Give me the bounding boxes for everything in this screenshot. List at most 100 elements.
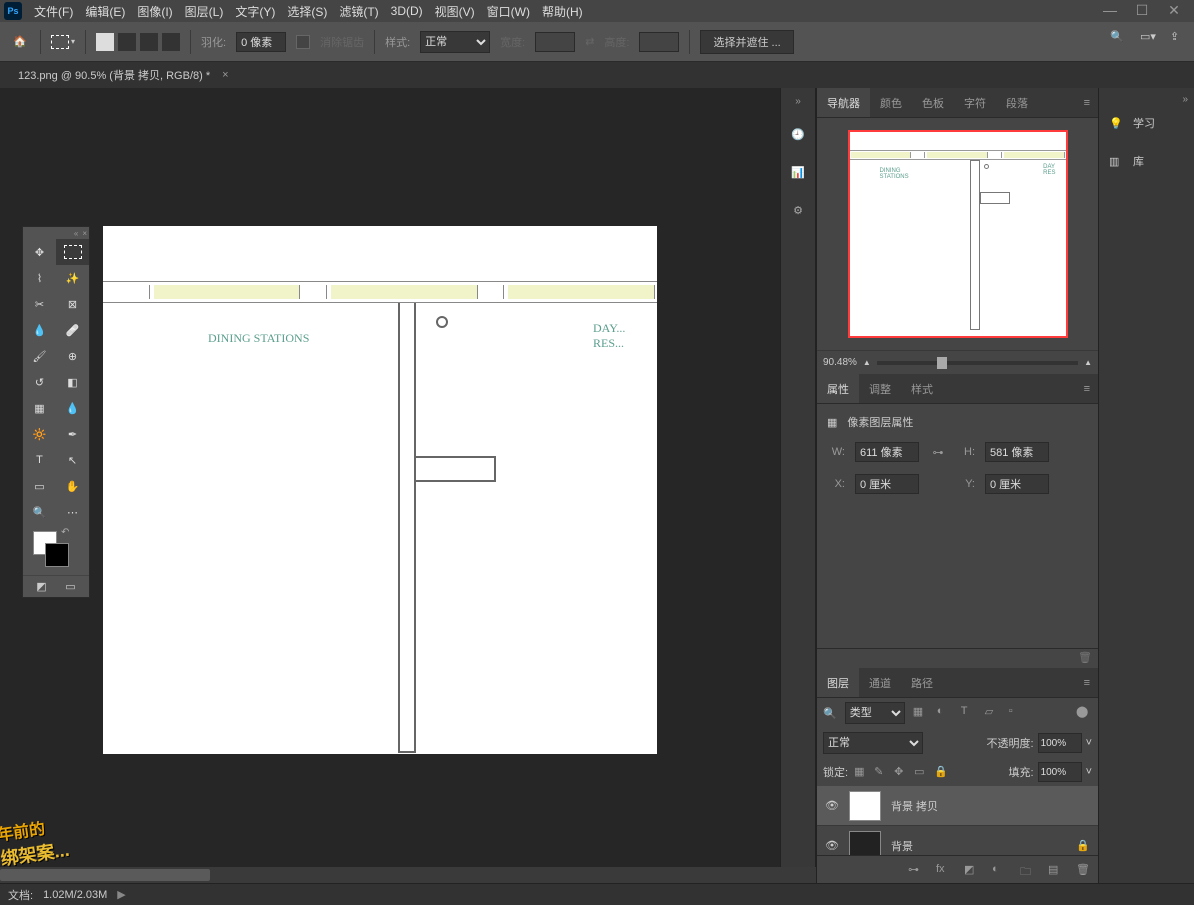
lock-icon[interactable]: 🔒 <box>1076 839 1090 852</box>
menu-type[interactable]: 文字(Y) <box>235 3 275 20</box>
menu-3d[interactable]: 3D(D) <box>391 4 423 18</box>
lock-artboard-icon[interactable]: ▭ <box>914 765 928 779</box>
adjustment-layer-icon[interactable]: ◐ <box>992 863 1006 877</box>
link-wh-icon[interactable]: ⊶ <box>929 446 947 459</box>
quickmask-icon[interactable]: ◩ <box>36 580 46 593</box>
layer-row[interactable]: 👁 背景 🔒 <box>817 826 1098 855</box>
lasso-tool[interactable]: ⌇ <box>23 265 56 291</box>
blend-mode-select[interactable]: 正常 <box>823 732 923 754</box>
clone-tool[interactable]: ⊕ <box>56 343 89 369</box>
menu-filter[interactable]: 滤镜(T) <box>339 3 378 20</box>
menu-select[interactable]: 选择(S) <box>287 3 327 20</box>
screenmode-icon[interactable]: ▭ <box>65 580 75 593</box>
tab-channels[interactable]: 通道 <box>859 668 901 697</box>
share-icon[interactable]: ⇪ <box>1170 30 1186 46</box>
tab-close-icon[interactable]: × <box>222 69 228 81</box>
menu-layer[interactable]: 图层(L) <box>185 3 224 20</box>
lock-all-icon[interactable]: 🔒 <box>934 765 948 779</box>
panel-menu-icon[interactable]: ≡ <box>1076 97 1098 109</box>
tab-paragraph[interactable]: 段落 <box>996 88 1038 117</box>
prop-x-input[interactable] <box>855 474 919 494</box>
intersect-selection-icon[interactable] <box>162 33 180 51</box>
zoom-in-icon[interactable]: ▲ <box>1084 358 1092 367</box>
expand-icon[interactable]: » <box>795 96 801 107</box>
path-select-tool[interactable]: ↖ <box>56 447 89 473</box>
navigator-thumbnail[interactable]: DININGSTATIONSDAYRES <box>848 130 1068 338</box>
menu-view[interactable]: 视图(V) <box>435 3 475 20</box>
filter-type-icon[interactable]: T <box>961 705 977 721</box>
layer-fx-icon[interactable]: fx <box>936 863 950 877</box>
document-tab[interactable]: 123.png @ 90.5% (背景 拷贝, RGB/8) * × <box>8 63 239 87</box>
menu-file[interactable]: 文件(F) <box>34 3 73 20</box>
zoom-value[interactable]: 90.48% <box>823 357 857 368</box>
tab-paths[interactable]: 路径 <box>901 668 943 697</box>
tab-character[interactable]: 字符 <box>954 88 996 117</box>
panel-menu-icon[interactable]: ≡ <box>1076 677 1098 689</box>
lock-pixels-icon[interactable]: ✎ <box>874 765 888 779</box>
prop-y-input[interactable] <box>985 474 1049 494</box>
frame-tool[interactable]: ⊠ <box>56 291 89 317</box>
filter-smart-icon[interactable]: ▫ <box>1009 705 1025 721</box>
lock-transparent-icon[interactable]: ▦ <box>854 765 868 779</box>
search-icon[interactable]: 🔍 <box>1110 30 1126 46</box>
layer-mask-icon[interactable]: ◩ <box>964 863 978 877</box>
magic-wand-tool[interactable]: ✨ <box>56 265 89 291</box>
shape-tool[interactable]: ▭ <box>23 473 56 499</box>
close-panel-icon[interactable]: × <box>82 229 87 237</box>
background-color[interactable] <box>45 543 69 567</box>
tab-color[interactable]: 颜色 <box>870 88 912 117</box>
add-selection-icon[interactable] <box>118 33 136 51</box>
tool-preset[interactable]: ▾ <box>51 35 75 49</box>
layer-thumbnail[interactable] <box>849 791 881 821</box>
tab-styles[interactable]: 样式 <box>901 374 943 403</box>
histogram-icon[interactable]: 📊 <box>787 161 809 183</box>
doc-size[interactable]: 1.02M/2.03M <box>43 889 107 901</box>
group-icon[interactable]: 🗀 <box>1020 863 1034 877</box>
pen-tool[interactable]: ✒ <box>56 421 89 447</box>
blur-tool[interactable]: 💧 <box>56 395 89 421</box>
menu-help[interactable]: 帮助(H) <box>542 3 583 20</box>
healing-tool[interactable]: 🩹 <box>56 317 89 343</box>
delete-layer-icon[interactable]: 🗑 <box>1076 863 1090 877</box>
filter-shape-icon[interactable]: ▱ <box>985 705 1001 721</box>
more-tools-icon[interactable]: ⋯ <box>56 499 89 525</box>
new-layer-icon[interactable]: ▤ <box>1048 863 1062 877</box>
tab-layers[interactable]: 图层 <box>817 668 859 697</box>
fill-chevron-icon[interactable]: ˅ <box>1086 766 1092 778</box>
canvas-area[interactable]: DINING STATIONS DAY... RES... <box>0 88 780 883</box>
tab-navigator[interactable]: 导航器 <box>817 88 870 117</box>
subtract-selection-icon[interactable] <box>140 33 158 51</box>
visibility-icon[interactable]: 👁 <box>825 799 839 812</box>
link-layers-icon[interactable]: ⊶ <box>908 863 922 877</box>
trash-icon[interactable]: 🗑 <box>1078 651 1092 666</box>
swap-colors-icon[interactable]: ↶ <box>61 527 69 538</box>
filter-adjust-icon[interactable]: ◐ <box>937 705 953 721</box>
layer-name[interactable]: 背景 <box>891 838 913 854</box>
visibility-icon[interactable]: 👁 <box>825 839 839 852</box>
feather-input[interactable] <box>236 32 286 52</box>
filter-toggle-icon[interactable]: ⬤ <box>1076 705 1092 721</box>
maximize-icon[interactable]: ☐ <box>1136 4 1148 16</box>
tab-properties[interactable]: 属性 <box>817 374 859 403</box>
expand-icon[interactable]: » <box>1099 92 1194 107</box>
filter-pixel-icon[interactable]: ▦ <box>913 705 929 721</box>
tab-adjustments[interactable]: 调整 <box>859 374 901 403</box>
zoom-tool[interactable]: 🔍 <box>23 499 56 525</box>
home-icon[interactable]: 🏠 <box>10 32 30 52</box>
panel-menu-icon[interactable]: ≡ <box>1076 383 1098 395</box>
menu-edit[interactable]: 编辑(E) <box>85 3 125 20</box>
layer-thumbnail[interactable] <box>849 831 881 856</box>
status-chevron-icon[interactable]: ▶ <box>117 888 125 901</box>
collapse-icon[interactable]: « <box>74 229 78 237</box>
horizontal-scrollbar[interactable] <box>0 867 816 883</box>
layer-filter-select[interactable]: 类型 <box>845 702 905 724</box>
prop-w-input[interactable] <box>855 442 919 462</box>
history-brush-tool[interactable]: ↺ <box>23 369 56 395</box>
learn-panel[interactable]: 💡学习 <box>1099 107 1194 139</box>
lock-position-icon[interactable]: ✥ <box>894 765 908 779</box>
canvas[interactable]: DINING STATIONS DAY... RES... <box>103 226 657 754</box>
new-selection-icon[interactable] <box>96 33 114 51</box>
filter-search-icon[interactable]: 🔍 <box>823 707 837 720</box>
fill-input[interactable] <box>1038 762 1082 782</box>
zoom-out-icon[interactable]: ▲ <box>863 358 871 367</box>
